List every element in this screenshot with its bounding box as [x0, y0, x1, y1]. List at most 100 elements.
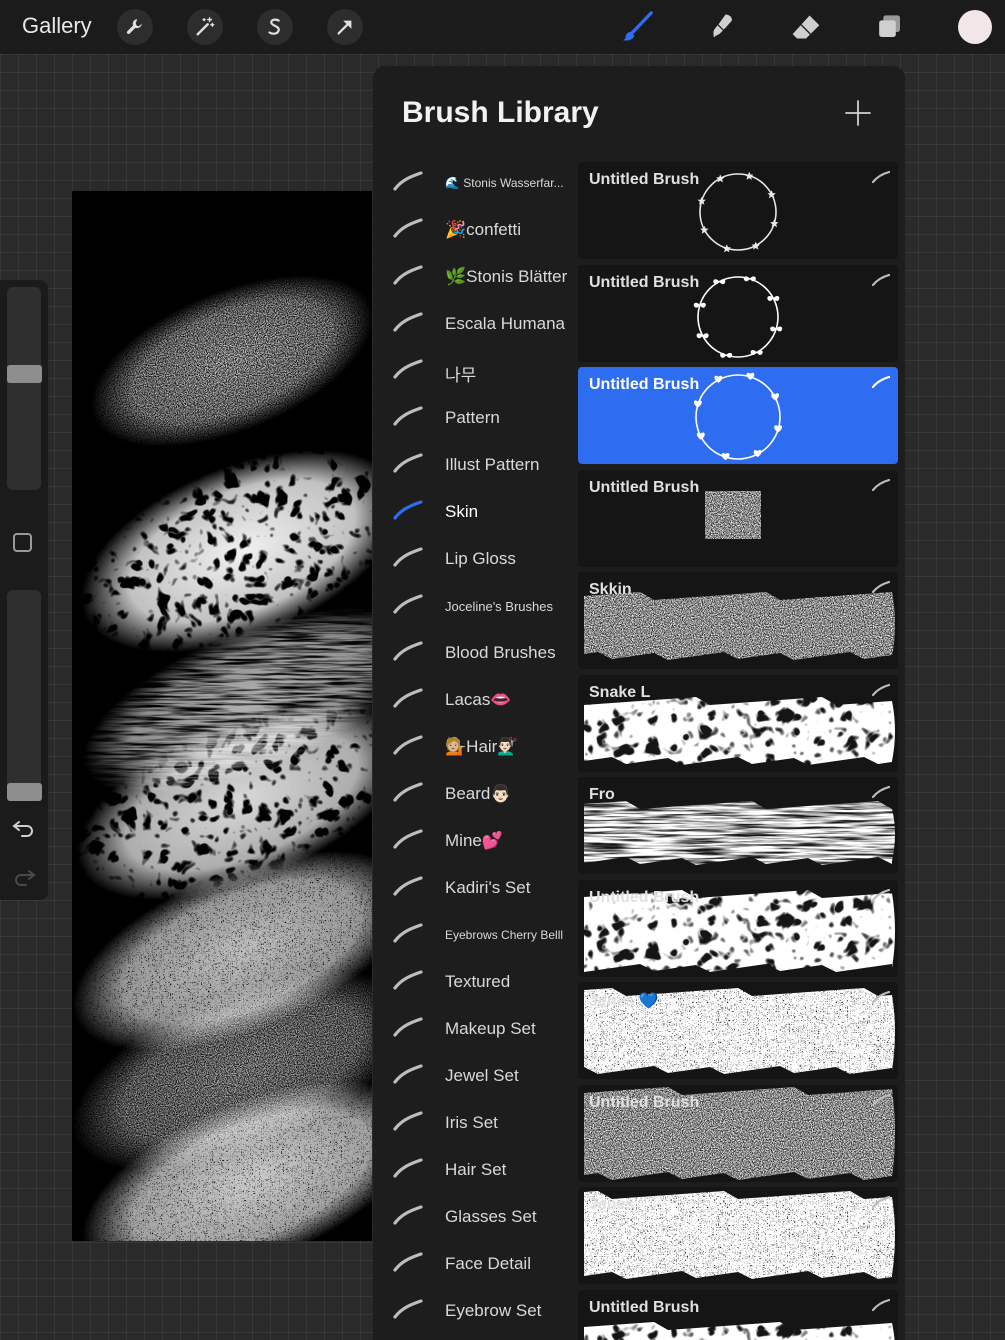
brush-set-item[interactable]: Kadiri's Set [373, 863, 578, 910]
brush-set-item[interactable]: 💁🏼Hair💇🏻‍♂️ [373, 722, 578, 769]
brush-set-label: Mine💕 [445, 831, 504, 850]
brush-name: Untitled Brush [589, 376, 700, 393]
brush-set-item[interactable]: Glasses Set [373, 1192, 578, 1239]
brush-stroke-icon [393, 688, 423, 708]
brush-set-item[interactable]: Escala Humana [373, 299, 578, 346]
canvas-brush-strokes [72, 191, 372, 1241]
brush-item[interactable]: Fro [578, 777, 898, 874]
brush-set-label: Textured [445, 972, 511, 991]
smudge-icon[interactable] [704, 9, 740, 45]
brush-set-label: Lacas👄 [445, 690, 512, 709]
brush-set-item[interactable]: Eyebrows Cherry Belll [373, 910, 578, 957]
brush-set-label: Eyebrow Set [445, 1301, 542, 1320]
brush-item[interactable]: Untitled Brush [578, 264, 898, 362]
modify-button[interactable] [13, 533, 32, 552]
brush-set-label: Joceline's Brushes [445, 599, 553, 614]
brush-stroke-icon [872, 888, 890, 901]
brush-name: Untitled Brush [589, 1298, 700, 1316]
brush-stroke-icon [393, 641, 423, 661]
brush-set-item[interactable]: Makeup Set [373, 1004, 578, 1051]
brush-item[interactable]: Untitled Brush [578, 469, 898, 567]
layers-icon[interactable] [872, 9, 908, 45]
brush-set-label: Lip Gloss [445, 549, 516, 568]
opacity-slider[interactable] [7, 590, 41, 797]
brush-name: Snake L [589, 683, 651, 701]
brush-item[interactable]: Untitled Brush [578, 1289, 898, 1340]
transform-arrow-icon[interactable] [327, 9, 363, 45]
magic-wand-icon[interactable] [187, 9, 223, 45]
eraser-icon[interactable] [788, 9, 824, 45]
brush-set-item[interactable]: Hair Set [373, 1145, 578, 1192]
brush-set-item[interactable]: Textured [373, 957, 578, 1004]
brush-item[interactable]: Untitled Brush [578, 367, 898, 464]
brush-set-label: Beard👨🏻 [445, 784, 512, 803]
brush-item[interactable]: Jenes 💙 [578, 982, 898, 1079]
panel-title: Brush Library [402, 96, 599, 129]
brush-set-label: Iris Set [445, 1113, 498, 1132]
brush-set-label: Blood Brushes [445, 643, 556, 662]
brush-set-item[interactable]: Eyebrow Set [373, 1286, 578, 1333]
brush-set-item[interactable]: Pattern [373, 393, 578, 440]
brush-set-item[interactable]: Lip Gloss [373, 534, 578, 581]
brush-name: Untitled Brush [589, 478, 700, 496]
brush-set-label: Kadiri's Set [445, 878, 531, 897]
brush-set-label: Eyebrows Cherry Belll [445, 928, 564, 942]
brush-stroke-icon [393, 359, 423, 379]
brush-item[interactable]: Untitled Brush [578, 879, 898, 977]
brush-stroke-icon [872, 478, 890, 491]
brush-stroke-icon [393, 735, 423, 755]
brush-size-slider[interactable] [7, 287, 41, 490]
wrench-icon[interactable] [117, 9, 153, 45]
brush-set-item[interactable]: Beard👨🏻 [373, 769, 578, 816]
brush-stroke-icon [393, 876, 423, 896]
brush-stroke-icon [393, 265, 423, 285]
brush-set-label: Pattern [445, 408, 500, 427]
brush-item[interactable]: Skkin [578, 572, 898, 669]
brush-stroke-icon [393, 782, 423, 802]
brush-stroke-icon [393, 829, 423, 849]
opacity-thumb[interactable] [7, 783, 42, 801]
brush-set-item[interactable]: Skin [373, 487, 578, 534]
brush-icon[interactable] [620, 9, 656, 45]
gallery-button[interactable]: Gallery [22, 13, 92, 39]
brush-stroke-icon [872, 375, 890, 389]
brush-set-item[interactable]: Joceline's Brushes [373, 581, 578, 628]
selection-s-icon[interactable] [257, 9, 293, 45]
drawing-canvas[interactable] [72, 191, 372, 1241]
undo-icon[interactable] [11, 815, 37, 841]
redo-icon[interactable] [11, 864, 37, 890]
brush-set-label: Escala Humana [445, 314, 566, 333]
brush-name: Skkin [589, 581, 632, 598]
brush-stroke-icon [393, 1017, 423, 1037]
brush-set-item[interactable]: Lacas👄 [373, 675, 578, 722]
brush-stroke-icon [393, 923, 423, 943]
brush-set-item[interactable]: Blood Brushes [373, 628, 578, 675]
brush-stroke-icon [393, 312, 423, 332]
plus-icon[interactable] [843, 98, 873, 128]
brush-name: Untitled Brush [589, 1093, 700, 1111]
brush-set-label: Face Detail [445, 1254, 531, 1273]
brush-library-panel: Brush Library 🌊 Stonis Wasserfar... 🎉con… [373, 66, 905, 1340]
brush-set-item[interactable]: Jewel Set [373, 1051, 578, 1098]
brush-stroke-icon [872, 170, 890, 184]
brush-set-item[interactable]: 나무 [373, 346, 578, 393]
brush-set-item[interactable]: Illust Pattern [373, 440, 578, 487]
brush-item[interactable]: Untitled Brush [578, 162, 898, 259]
brush-set-list: 🌊 Stonis Wasserfar... 🎉confetti 🌿Stonis … [373, 158, 578, 1333]
brush-set-label: Glasses Set [445, 1207, 537, 1226]
brush-set-item[interactable]: 🌿Stonis Blätter [373, 252, 578, 299]
brush-set-item[interactable]: Mine💕 [373, 816, 578, 863]
brush-size-thumb[interactable] [7, 364, 42, 383]
brush-set-label: 🌊 Stonis Wasserfar... [445, 176, 564, 190]
brush-item[interactable]: Untitled Brush [578, 1084, 898, 1182]
brush-set-item[interactable]: 🎉confetti [373, 205, 578, 252]
brush-item[interactable]: Snake L [578, 674, 898, 772]
brush-set-item[interactable]: 🌊 Stonis Wasserfar... [373, 158, 578, 205]
brush-stroke-icon [872, 1195, 890, 1209]
brush-stroke-icon [393, 1252, 423, 1272]
brush-set-item[interactable]: Iris Set [373, 1098, 578, 1145]
color-picker-swatch[interactable] [958, 10, 992, 44]
brush-item[interactable]: Jenes [578, 1187, 898, 1284]
brush-set-item[interactable]: Face Detail [373, 1239, 578, 1286]
brush-stroke-icon [872, 580, 890, 594]
